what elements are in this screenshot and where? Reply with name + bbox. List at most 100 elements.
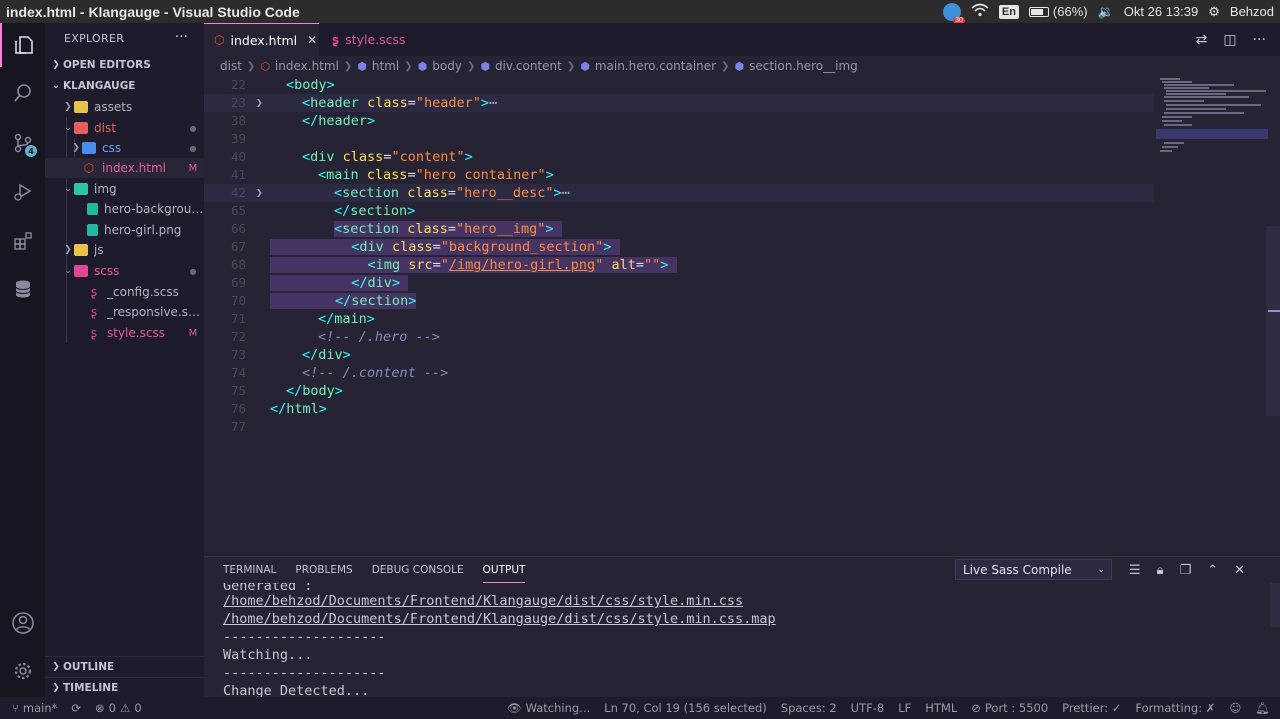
sass-watch-indicator[interactable]: 👁︎ Watching... [500,701,597,715]
tree-folder-scss[interactable]: ⌄ scss ● [45,261,204,281]
breadcrumb-item[interactable]: dist [220,59,242,73]
code-line: 39 [204,130,1154,148]
branch-indicator[interactable]: ⑂ main* [0,701,64,715]
tree-file-hero-girl[interactable]: hero-girl.png [45,220,204,240]
tab-index-html[interactable]: ⬡ index.html ✕ [204,23,319,56]
status-bar-right: 👁︎ Watching... Ln 70, Col 19 (156 selecte… [500,701,1280,715]
clear-output-icon[interactable]: ☰ [1129,563,1141,578]
breadcrumb-item[interactable]: section.hero__img [749,59,858,73]
more-actions-icon[interactable]: ··· [1253,32,1266,48]
fold-chevron-icon[interactable]: ❯ [256,94,263,112]
breadcrumb-item[interactable]: index.html [275,59,339,73]
account-icon[interactable] [0,601,45,645]
source-control-icon[interactable]: 4 [0,121,45,165]
clock[interactable]: Okt 26 13:39 [1124,4,1198,19]
split-editor-icon[interactable]: ◫ [1223,32,1236,48]
breadcrumb-item[interactable]: body [432,59,462,73]
user-name[interactable]: Behzod [1230,4,1274,19]
output-line-link[interactable]: /home/behzod/Documents/Frontend/Klangaug… [223,592,1263,610]
end-of-line[interactable]: LF [891,701,918,715]
wifi-icon[interactable] [971,3,989,20]
keyboard-language-indicator[interactable]: En [998,4,1019,19]
battery-indicator[interactable]: (66%) [1028,4,1088,19]
more-actions-icon[interactable]: ··· [175,29,188,45]
tree-folder-js[interactable]: ❯ js [45,240,204,260]
open-changes-icon[interactable]: ⇄ [1196,32,1208,48]
fold-chevron-icon[interactable]: ❯ [256,184,263,202]
close-icon[interactable]: ✕ [307,33,317,47]
lock-scroll-icon[interactable]: 🔒︎ [1157,563,1164,578]
outline-section[interactable]: ❯ OUTLINE [45,657,204,677]
workspace-root-label: KLANGAUGE [63,80,136,92]
language-mode[interactable]: HTML [918,701,964,715]
line-number: 39 [230,131,246,146]
minimap-line [1164,100,1204,102]
tab-problems[interactable]: PROBLEMS [295,557,352,583]
code-editor[interactable]: 22 <body> 23 ❯ <header class="header">⋯ 38 <… [204,76,1280,556]
output-line: Watching... [223,647,313,663]
sass-file-icon: ʂ [90,305,98,319]
notification-app-icon[interactable]: 30 [942,2,965,24]
encoding[interactable]: UTF-8 [844,701,892,715]
cursor-position[interactable]: Ln 70, Col 19 (156 selected) [597,701,774,715]
tab-style-scss[interactable]: ʂ style.scss [322,23,432,56]
close-panel-icon[interactable]: ✕ [1234,563,1245,578]
gear-icon[interactable]: ⚙ [1208,4,1220,20]
settings-gear-icon[interactable] [0,649,45,693]
editor-scrollbar-thumb[interactable] [1266,226,1280,416]
minimap[interactable] [1156,76,1268,176]
volume-icon[interactable]: 🔉 [1098,4,1114,20]
output-line-link[interactable]: /home/behzod/Documents/Frontend/Klangaug… [223,610,1263,628]
folded-ellipsis[interactable]: ⋯ [489,95,497,111]
line-number: 23 [230,95,246,110]
feedback-icon[interactable]: ☺ [1222,701,1248,715]
search-icon[interactable] [0,71,45,115]
maximize-panel-icon[interactable]: ⌃ [1207,563,1218,578]
tree-file-style-scss[interactable]: ʂ style.scss M [45,323,204,343]
open-editors-section[interactable]: ❯ OPEN EDITORS [45,55,204,75]
sync-icon[interactable]: ⟳ [64,701,88,715]
tree-folder-assets[interactable]: ❯ assets [45,97,204,117]
tree-file-index-html[interactable]: ⬡ index.html M [45,158,204,178]
extensions-icon[interactable] [0,219,45,263]
attribute-value: "hero__desc" [455,185,554,201]
attribute-value-link[interactable]: /img/hero-girl.png [449,257,595,273]
explorer-icon[interactable] [0,23,45,67]
minimap-line [1162,116,1192,118]
tab-output[interactable]: OUTPUT [482,557,526,583]
tree-folder-dist[interactable]: ⌄ dist ● [45,118,204,138]
open-in-editor-icon[interactable]: ❐ [1180,563,1192,578]
problems-indicator[interactable]: ⊗ 0 ⚠ 0 [88,701,149,715]
live-server-port[interactable]: ⊘ Port : 5500 [964,701,1055,715]
output-log[interactable]: Generated : /home/behzod/Documents/Front… [223,583,1263,700]
workspace-root-section[interactable]: ⌄ KLANGAUGE [45,76,204,96]
run-debug-icon[interactable] [0,169,45,213]
html-tag: div [318,347,343,363]
prettier-status[interactable]: Prettier: ✓ [1055,701,1128,715]
indentation[interactable]: Spaces: 2 [774,701,844,715]
folded-ellipsis[interactable]: ⋯ [562,185,570,201]
tree-file-hero-background[interactable]: hero-background.png [45,199,204,219]
tree-file-config-scss[interactable]: ʂ _config.scss [45,282,204,302]
notifications-bell-icon[interactable]: 🔔︎ [1248,701,1280,715]
source-control-count: 4 [25,145,37,157]
tab-terminal[interactable]: TERMINAL [223,557,276,583]
tree-folder-img[interactable]: ⌄ img [45,179,204,199]
panel-scrollbar[interactable] [1268,583,1280,698]
image-file-icon [87,224,98,236]
timeline-section[interactable]: ❯ TIMELINE [45,678,204,698]
formatting-status[interactable]: Formatting: ✗ [1128,701,1222,715]
tree-file-responsive-scss[interactable]: ʂ _responsive.scss [45,302,204,322]
breadcrumb-item[interactable]: div.content [495,59,562,73]
panel-scrollbar-thumb[interactable] [1270,583,1280,627]
timeline-label: TIMELINE [63,682,119,694]
breadcrumb-item[interactable]: main.hero.container [595,59,716,73]
breadcrumb-item[interactable]: html [372,59,399,73]
tab-debug-console[interactable]: DEBUG CONSOLE [372,557,464,583]
line-number: 42 [230,185,246,200]
output-channel-select[interactable]: Live Sass Compile ⌄ [955,559,1112,580]
sass-file-icon: ʂ [90,326,98,340]
folder-icon [82,142,96,154]
tree-folder-css[interactable]: ❯ css ● [45,138,204,158]
database-icon[interactable] [0,267,45,311]
